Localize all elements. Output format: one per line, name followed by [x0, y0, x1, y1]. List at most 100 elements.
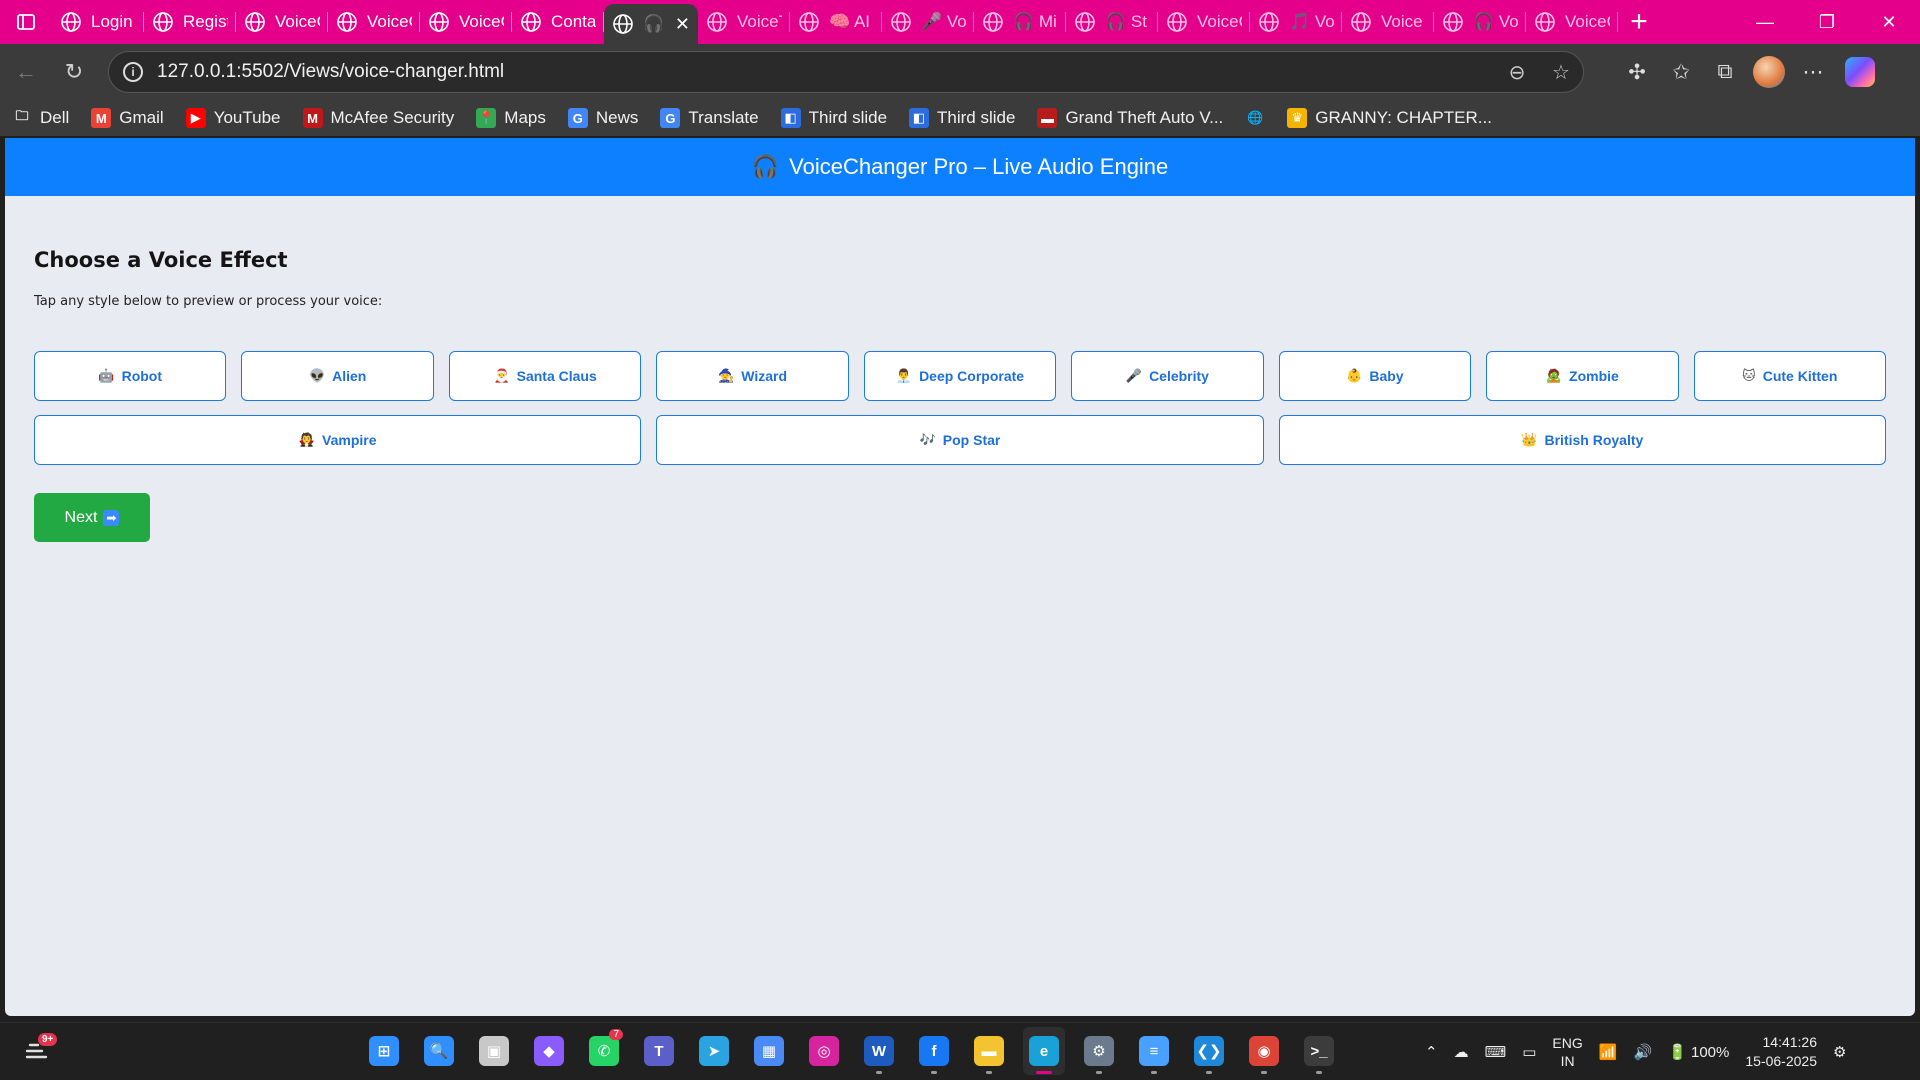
effect-emoji-icon: 🐱: [1742, 368, 1756, 383]
browser-tab[interactable]: 🎧 ✕: [604, 4, 698, 44]
copilot-icon[interactable]: [1845, 57, 1875, 87]
bookmark-item[interactable]: ◧ Third slide: [909, 108, 1015, 128]
profile-avatar[interactable]: [1753, 56, 1785, 88]
close-tab-icon[interactable]: ✕: [675, 14, 690, 35]
browser-tab[interactable]: 🎤 Vo: [882, 0, 974, 44]
battery-indicator[interactable]: 🔋 100%: [1668, 1043, 1729, 1061]
bookmark-item[interactable]: M Gmail: [91, 108, 164, 128]
bookmark-item[interactable]: 🌐: [1245, 108, 1266, 128]
effect-button-pop-star[interactable]: 🎶 Pop Star: [656, 415, 1264, 465]
new-tab-button[interactable]: +: [1618, 0, 1660, 44]
browser-tab[interactable]: 🧠 AI: [790, 0, 882, 44]
running-indicator: [1151, 1071, 1157, 1074]
effect-button-robot[interactable]: 🤖 Robot: [34, 351, 227, 401]
browser-tab[interactable]: VoiceT: [698, 0, 790, 44]
effect-button-baby[interactable]: 👶 Baby: [1278, 351, 1472, 401]
site-info-icon[interactable]: i: [123, 62, 143, 82]
close-window-button[interactable]: ✕: [1858, 0, 1920, 44]
wifi-icon[interactable]: 📶: [1599, 1043, 1618, 1061]
extensions-icon[interactable]: ✣: [1615, 50, 1659, 94]
effect-button-celebrity[interactable]: 🎤 Celebrity: [1071, 351, 1264, 401]
browser-tab[interactable]: 🎧 Mi: [974, 0, 1066, 44]
bookmark-item[interactable]: 🗀 Dell: [12, 108, 69, 128]
effect-button-santa-claus[interactable]: 🎅 Santa Claus: [448, 351, 642, 401]
language-indicator[interactable]: ENG IN: [1552, 1034, 1582, 1070]
notification-icon[interactable]: ⚙: [1833, 1043, 1846, 1061]
browser-tab[interactable]: Conta: [512, 0, 604, 44]
notepad-icon: ≡: [1139, 1036, 1169, 1066]
browser-tab[interactable]: VoiceC: [1158, 0, 1250, 44]
browser-tab[interactable]: VoiceC: [1526, 0, 1618, 44]
taskbar-app-teams[interactable]: T: [638, 1027, 680, 1075]
notification-badge: 7: [609, 1029, 623, 1040]
globe-icon: [1442, 11, 1464, 33]
taskbar-app-terminal[interactable]: >_: [1298, 1027, 1340, 1075]
weather-widget[interactable]: 9+: [24, 1033, 60, 1067]
taskbar-app-settings[interactable]: ⚙: [1078, 1027, 1120, 1075]
taskbar-app-store[interactable]: ▦: [748, 1027, 790, 1075]
taskbar-app-copilot[interactable]: ◆: [528, 1027, 570, 1075]
browser-tab[interactable]: 🎧 Vo: [1434, 0, 1526, 44]
taskbar-app-search[interactable]: 🔍: [418, 1027, 460, 1075]
taskbar-app-notepad[interactable]: ≡: [1133, 1027, 1175, 1075]
minimize-button[interactable]: —: [1734, 0, 1796, 44]
battery-percent: 100%: [1691, 1044, 1730, 1061]
effect-button-british-royalty[interactable]: 👑 British Royalty: [1278, 415, 1886, 465]
favorite-star-icon[interactable]: ☆: [1539, 60, 1583, 85]
taskbar-app-start[interactable]: ⊞: [363, 1027, 405, 1075]
taskbar-app-facebook[interactable]: f: [913, 1027, 955, 1075]
effect-button-zombie[interactable]: 🧟 Zombie: [1486, 351, 1679, 401]
effect-label: Zombie: [1569, 368, 1619, 384]
headphones-icon: 🎧: [751, 154, 780, 179]
browser-tab[interactable]: Regist: [144, 0, 236, 44]
taskbar-app-task-view[interactable]: ▣: [473, 1027, 515, 1075]
keyboard-icon[interactable]: ⌨: [1485, 1043, 1507, 1061]
next-button[interactable]: Next ➡: [34, 493, 150, 542]
browser-tab[interactable]: VoiceC: [328, 0, 420, 44]
taskbar-app-vscode[interactable]: ❮❯: [1188, 1027, 1230, 1075]
browser-tab[interactable]: 🎵 Vo: [1250, 0, 1342, 44]
taskbar-app-file-explorer[interactable]: ▬: [968, 1027, 1010, 1075]
effect-button-cute-kitten[interactable]: 🐱 Cute Kitten: [1693, 351, 1886, 401]
browser-tab[interactable]: 🎧 St: [1066, 0, 1158, 44]
effect-button-vampire[interactable]: 🧛 Vampire: [34, 415, 642, 465]
tablet-icon[interactable]: ▭: [1522, 1043, 1536, 1061]
taskbar-app-chrome[interactable]: ◉: [1243, 1027, 1285, 1075]
chevron-up-icon[interactable]: ⌃: [1425, 1043, 1438, 1061]
bookmark-item[interactable]: ◧ Third slide: [780, 108, 887, 128]
effect-button-wizard[interactable]: 🧙 Wizard: [656, 351, 849, 401]
taskbar-app-telegram[interactable]: ➤: [693, 1027, 735, 1075]
bookmark-item[interactable]: 📍 Maps: [476, 108, 546, 128]
refresh-button[interactable]: ↻: [52, 50, 96, 94]
more-menu-icon[interactable]: ⋯: [1791, 50, 1835, 94]
taskbar-app-instagram[interactable]: ◎: [803, 1027, 845, 1075]
browser-tab[interactable]: VoiceC: [236, 0, 328, 44]
clock[interactable]: 14:41:26 15-06-2025: [1745, 1033, 1817, 1071]
taskbar-app-whatsapp[interactable]: ✆ 7: [583, 1027, 625, 1075]
effect-button-deep-corporate[interactable]: 👨‍💼 Deep Corporate: [863, 351, 1057, 401]
url-text[interactable]: 127.0.0.1:5502/Views/voice-changer.html: [157, 61, 1495, 83]
zoom-icon[interactable]: ⊖: [1495, 60, 1539, 85]
back-button[interactable]: ←: [4, 50, 48, 94]
restore-button[interactable]: ❐: [1796, 0, 1858, 44]
bookmark-item[interactable]: M McAfee Security: [302, 108, 454, 128]
taskbar-app-edge[interactable]: e: [1023, 1027, 1065, 1075]
browser-tab[interactable]: Voice: [1342, 0, 1434, 44]
bookmark-item[interactable]: G Translate: [660, 108, 759, 128]
effect-button-alien[interactable]: 👽 Alien: [241, 351, 434, 401]
collections-icon[interactable]: ⧉: [1703, 50, 1747, 94]
effect-emoji-icon: 👶: [1346, 368, 1363, 383]
bookmark-item[interactable]: ▬ Grand Theft Auto V...: [1037, 108, 1223, 128]
tab-actions-button[interactable]: [0, 0, 52, 44]
browser-tab[interactable]: Login: [52, 0, 144, 44]
bookmark-item[interactable]: ▶ YouTube: [185, 108, 281, 128]
bookmark-item[interactable]: G News: [567, 108, 638, 128]
browser-tab[interactable]: VoiceC: [420, 0, 512, 44]
back-arrow-icon: ←: [15, 59, 37, 84]
favorites-icon[interactable]: ✩: [1659, 50, 1703, 94]
taskbar-app-word[interactable]: W: [858, 1027, 900, 1075]
address-bar[interactable]: i 127.0.0.1:5502/Views/voice-changer.htm…: [108, 51, 1584, 93]
volume-icon[interactable]: 🔊: [1633, 1043, 1652, 1061]
bookmark-item[interactable]: ♛ GRANNY: CHAPTER...: [1287, 108, 1492, 128]
onedrive-icon[interactable]: ☁: [1454, 1043, 1469, 1061]
